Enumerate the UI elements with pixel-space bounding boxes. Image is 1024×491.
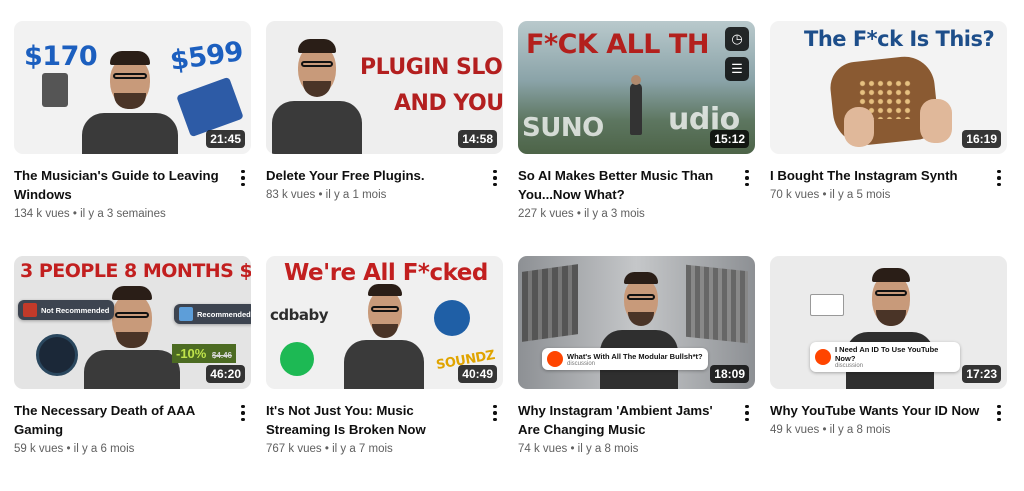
video-stats: 227 k vues • il y a 3 mois — [518, 208, 645, 220]
thumbnail-text: $170 — [24, 41, 98, 72]
duration-badge: 16:19 — [962, 130, 1001, 148]
video-card[interactable]: We're All F*cked cdbaby SOUNDZ 40:49 It'… — [266, 256, 503, 491]
clock-icon[interactable]: ◷ — [725, 27, 749, 51]
duration-badge: 17:23 — [962, 365, 1001, 383]
duration-badge: 21:45 — [206, 130, 245, 148]
discount-badge: -10% $4.46 — [172, 344, 237, 363]
thumbnail-text: The F*ck Is This? — [804, 27, 995, 51]
thumbnail-text: We're All F*cked — [284, 260, 488, 286]
bandcamp-icon — [434, 300, 470, 336]
video-title[interactable]: The Necessary Death of AAA Gaming — [14, 401, 224, 439]
video-title[interactable]: Why Instagram 'Ambient Jams' Are Changin… — [518, 401, 728, 439]
hand-image — [844, 107, 874, 147]
thumbnail-text: PLUGIN SLOP — [360, 55, 503, 80]
video-card[interactable]: 3 PEOPLE 8 MONTHS $0 Not Recommended Rec… — [14, 256, 251, 491]
thumbnail-text: $599 — [168, 36, 245, 77]
thumbnail-text: AND YOU. — [394, 91, 503, 116]
steam-icon — [36, 334, 78, 376]
review-badge: Recommended — [174, 304, 251, 324]
person-figure — [84, 350, 180, 389]
add-to-queue-icon[interactable]: ☰ — [725, 57, 749, 81]
video-thumbnail[interactable]: The F*ck Is This? 16:19 — [770, 21, 1007, 154]
id-card-image — [810, 294, 844, 316]
video-stats: 59 k vues • il y a 6 mois — [14, 443, 135, 455]
video-card[interactable]: $170 $599 21:45 The Musician's Guide to … — [14, 21, 251, 256]
duration-badge: 46:20 — [206, 365, 245, 383]
video-card[interactable]: F*CK ALL TH SUNO udio ◷ ☰ 15:12 So AI Ma… — [518, 21, 755, 256]
video-stats: 767 k vues • il y a 7 mois — [266, 443, 393, 455]
video-stats: 134 k vues • il y a 3 semaines — [14, 208, 166, 220]
reddit-post-card: I Need An ID To Use YouTube Now? discuss… — [810, 342, 960, 372]
more-vert-icon[interactable] — [235, 402, 251, 424]
video-stats: 49 k vues • il y a 8 mois — [770, 424, 891, 436]
reddit-icon — [815, 349, 831, 365]
video-card[interactable]: The F*ck Is This? 16:19 I Bought The Ins… — [770, 21, 1007, 256]
thumbnail-text: cdbaby — [270, 306, 329, 324]
duration-badge: 18:09 — [710, 365, 749, 383]
person-head — [631, 75, 641, 85]
thumbnail-text: SUNO — [522, 113, 604, 143]
video-stats: 83 k vues • il y a 1 mois — [266, 189, 387, 201]
hand-image — [920, 99, 952, 143]
duration-badge: 40:49 — [458, 365, 497, 383]
more-vert-icon[interactable] — [235, 167, 251, 189]
video-title[interactable]: The Musician's Guide to Leaving Windows — [14, 166, 224, 204]
reddit-icon — [547, 351, 563, 367]
person-figure — [630, 83, 642, 135]
video-thumbnail[interactable]: $170 $599 21:45 — [14, 21, 251, 154]
more-vert-icon[interactable] — [487, 402, 503, 424]
video-thumbnail[interactable]: 3 PEOPLE 8 MONTHS $0 Not Recommended Rec… — [14, 256, 251, 389]
video-stats: 70 k vues • il y a 5 mois — [770, 189, 891, 201]
person-figure — [272, 101, 362, 154]
video-card[interactable]: What's With All The Modular Bullsh*t? di… — [518, 256, 755, 491]
thumbnail-text: 3 PEOPLE 8 MONTHS $0 — [20, 260, 251, 282]
video-card[interactable]: PLUGIN SLOP AND YOU. 14:58 Delete Your F… — [266, 21, 503, 256]
review-badge: Not Recommended — [18, 300, 115, 320]
thumbnail-text: F*CK ALL TH — [526, 29, 709, 60]
spotify-icon — [280, 342, 314, 376]
video-stats: 74 k vues • il y a 8 mois — [518, 443, 639, 455]
device-image — [42, 73, 68, 107]
video-title[interactable]: Delete Your Free Plugins. — [266, 166, 476, 185]
video-thumbnail[interactable]: We're All F*cked cdbaby SOUNDZ 40:49 — [266, 256, 503, 389]
video-title[interactable]: So AI Makes Better Music Than You...Now … — [518, 166, 728, 204]
video-card[interactable]: I Need An ID To Use YouTube Now? discuss… — [770, 256, 1007, 491]
more-vert-icon[interactable] — [487, 167, 503, 189]
video-title[interactable]: I Bought The Instagram Synth — [770, 166, 980, 185]
modular-synth-image — [686, 264, 748, 344]
modular-synth-image — [522, 264, 578, 342]
person-figure — [344, 340, 424, 389]
video-title[interactable]: It's Not Just You: Music Streaming Is Br… — [266, 401, 476, 439]
video-thumbnail[interactable]: F*CK ALL TH SUNO udio ◷ ☰ 15:12 — [518, 21, 755, 154]
video-thumbnail[interactable]: What's With All The Modular Bullsh*t? di… — [518, 256, 755, 389]
more-vert-icon[interactable] — [991, 402, 1007, 424]
duration-badge: 14:58 — [458, 130, 497, 148]
reddit-post-card: What's With All The Modular Bullsh*t? di… — [542, 348, 708, 370]
video-grid: $170 $599 21:45 The Musician's Guide to … — [14, 21, 1010, 491]
person-figure — [82, 113, 178, 154]
more-vert-icon[interactable] — [739, 167, 755, 189]
duration-badge: 15:12 — [710, 130, 749, 148]
more-vert-icon[interactable] — [991, 167, 1007, 189]
video-title[interactable]: Why YouTube Wants Your ID Now — [770, 401, 980, 420]
video-thumbnail[interactable]: PLUGIN SLOP AND YOU. 14:58 — [266, 21, 503, 154]
laptop-image — [176, 76, 244, 138]
more-vert-icon[interactable] — [739, 402, 755, 424]
video-thumbnail[interactable]: I Need An ID To Use YouTube Now? discuss… — [770, 256, 1007, 389]
